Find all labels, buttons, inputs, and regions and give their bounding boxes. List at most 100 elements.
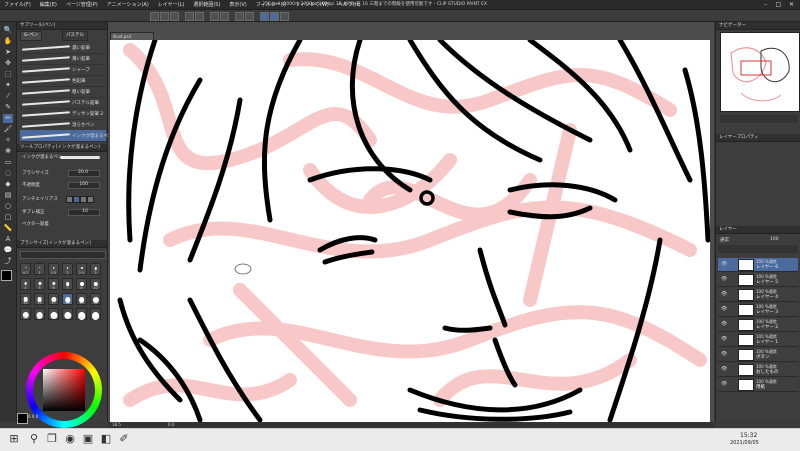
close-button[interactable]: ✕ [785, 0, 798, 9]
eye-icon[interactable]: 👁 [721, 291, 727, 297]
menu-file[interactable]: ファイル(F) [4, 1, 31, 8]
tab-pastel[interactable]: パステル [62, 31, 88, 41]
brush-size-option[interactable]: 30 [90, 293, 101, 305]
brush-size-option[interactable]: 100 [90, 308, 101, 320]
deselect-icon[interactable] [245, 12, 254, 21]
clip-studio-icon[interactable]: ✐ [116, 431, 132, 447]
brush-size-option[interactable]: 2.5 [76, 263, 87, 275]
eye-icon[interactable]: 👁 [721, 351, 727, 357]
brush-size-option[interactable]: 3 [90, 263, 101, 275]
operation-icon[interactable]: ➤ [3, 48, 13, 57]
decoration-icon[interactable]: ❋ [3, 147, 13, 156]
brush-size-option[interactable]: 15 [34, 293, 45, 305]
brush-size-option[interactable]: 7 [62, 278, 73, 290]
brush-size-option[interactable]: 4 [20, 278, 31, 290]
eye-icon[interactable]: 👁 [721, 306, 727, 312]
brush-size-option[interactable]: 25 [76, 293, 87, 305]
snap-grid-icon[interactable] [270, 12, 279, 21]
snap-point-icon[interactable] [280, 12, 289, 21]
layer-row[interactable]: 👁 100 %通常 ボタン [718, 348, 798, 362]
antialias-medium-button[interactable] [80, 196, 87, 203]
brush-size-option[interactable]: 6 [48, 278, 59, 290]
main-color-swatch[interactable] [1, 270, 12, 281]
maximize-button[interactable]: □ [772, 0, 785, 9]
move-icon[interactable]: ✋ [3, 37, 13, 46]
transform-icon[interactable] [220, 12, 229, 21]
prop-brush-size[interactable]: ブラシサイズ 20.0 [20, 168, 104, 177]
prop-opacity[interactable]: 不透明度 100 [20, 180, 104, 189]
pen-icon[interactable]: ✎ [3, 103, 13, 112]
brush-size-option[interactable]: 20 [62, 293, 73, 305]
brush-size-option[interactable]: 1 [34, 263, 45, 275]
layer-row[interactable]: 👁 100 %通常 レイヤー 6 [718, 258, 798, 272]
brush-size-option[interactable]: 2 [62, 263, 73, 275]
text-icon[interactable]: A [3, 235, 13, 244]
store-icon[interactable]: ◧ [98, 431, 114, 447]
current-color-swatch[interactable] [17, 413, 28, 424]
menu-edit[interactable]: 編集(E) [40, 1, 57, 8]
pencil-icon[interactable]: ✏ [3, 114, 13, 123]
select-all-icon[interactable] [235, 12, 244, 21]
zoom-icon[interactable]: 🔍 [3, 26, 13, 35]
redo-icon[interactable] [195, 12, 204, 21]
brush-size-option[interactable]: 40 [20, 308, 31, 320]
menu-animation[interactable]: アニメーション(A) [107, 1, 149, 8]
windows-start-icon[interactable]: ⊞ [6, 431, 22, 447]
menu-selection[interactable]: 選択範囲(S) [193, 1, 220, 8]
gradient-icon[interactable]: ▤ [3, 191, 13, 200]
eyedropper-icon[interactable]: ⁄ [3, 92, 13, 101]
brush-size-slider[interactable] [20, 251, 106, 259]
brush-size-option[interactable]: 70 [62, 308, 73, 320]
antialias-none-button[interactable] [66, 196, 73, 203]
brush-size-option[interactable]: 12 [20, 293, 31, 305]
navigator-preview[interactable] [720, 32, 800, 112]
move-layer-icon[interactable]: ✥ [3, 59, 13, 68]
brush-item-selected[interactable]: インクが溜まるペン [20, 130, 113, 142]
brush-size-option[interactable]: 0.7 [20, 263, 31, 275]
snap-ruler-icon[interactable] [260, 12, 269, 21]
line-correction-icon[interactable]: ⤴ [3, 257, 13, 266]
brush-size-option[interactable]: 1.5 [48, 263, 59, 275]
brush-size-option[interactable]: 5 [34, 278, 45, 290]
antialias-strong-button[interactable] [87, 196, 94, 203]
frame-icon[interactable]: ▢ [3, 213, 13, 222]
brush-size-option[interactable]: 8 [76, 278, 87, 290]
figure-icon[interactable]: ○ [3, 202, 13, 211]
layer-row[interactable]: 👁 100 %通常 レイヤー 2 [718, 318, 798, 332]
clear-icon[interactable] [210, 12, 219, 21]
open-icon[interactable] [160, 12, 169, 21]
eye-icon[interactable]: 👁 [721, 276, 727, 282]
task-view-icon[interactable]: ❐ [44, 431, 60, 447]
menu-page[interactable]: ページ管理(P) [66, 1, 98, 8]
menu-layer[interactable]: レイヤー(L) [158, 1, 185, 8]
brush-size-option[interactable]: 10 [90, 278, 101, 290]
brush-size-option[interactable]: 17 [48, 293, 59, 305]
auto-select-icon[interactable]: ✦ [3, 81, 13, 90]
zoom-value[interactable]: 18.5 [112, 422, 121, 427]
layer-row[interactable]: 👁 100 %通常 レイヤー 1 [718, 333, 798, 347]
eye-icon[interactable]: 👁 [721, 366, 727, 372]
prop-vector-snap[interactable]: ベクター吸着 [20, 219, 104, 228]
eye-icon[interactable]: 👁 [721, 261, 727, 267]
layer-opacity[interactable]: 100 [770, 237, 779, 242]
brush-size-option[interactable]: 80 [76, 308, 87, 320]
drawing-canvas[interactable] [110, 40, 710, 422]
tab-gpen[interactable]: G-ペン [20, 31, 43, 41]
minimize-button[interactable]: – [759, 0, 772, 9]
brush-size-option[interactable]: 50 [34, 308, 45, 320]
navigator-controls[interactable] [720, 115, 798, 123]
layer-row[interactable]: 👁 100 %通常 レイヤー 5 [718, 273, 798, 287]
brush-size-option[interactable]: 60 [48, 308, 59, 320]
antialias-weak-button[interactable] [73, 196, 80, 203]
rotation-value[interactable]: 0.0 [168, 422, 174, 427]
search-icon[interactable]: ⚲ [26, 431, 42, 447]
file-explorer-icon[interactable]: ▣ [80, 431, 96, 447]
eraser-icon[interactable]: ▭ [3, 158, 13, 167]
blend-icon[interactable]: ◌ [3, 169, 13, 178]
prop-stabilization[interactable]: 手ブレ補正 10 [20, 207, 104, 216]
layer-row[interactable]: 👁 100 %通常 レイヤー 4 [718, 288, 798, 302]
saturation-value-square[interactable] [43, 369, 85, 411]
ruler-icon[interactable]: 📏 [3, 224, 13, 233]
layer-row[interactable]: 👁 100 %通常 レイヤー 3 [718, 303, 798, 317]
selection-icon[interactable]: ⬚ [3, 70, 13, 79]
